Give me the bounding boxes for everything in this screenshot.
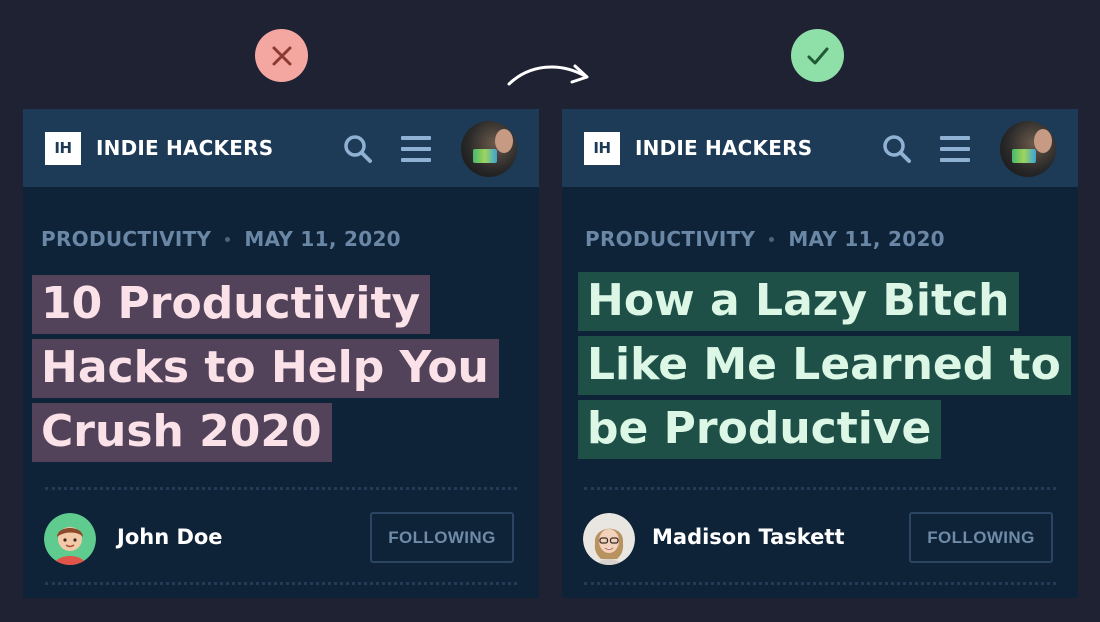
post-title[interactable]: 10 Productivity Hacks to Help You Crush …	[32, 272, 532, 464]
indie-hackers-logo[interactable]: IH	[584, 131, 620, 165]
post-category[interactable]: PRODUCTIVITY	[585, 227, 755, 251]
title-line: 10 Productivity	[32, 275, 431, 334]
title-line: Hacks to Help You	[32, 339, 499, 398]
title-line: Crush 2020	[32, 403, 332, 462]
brand-name[interactable]: INDIE HACKERS	[96, 136, 273, 160]
post-title[interactable]: How a Lazy Bitch Like Me Learned to be P…	[578, 269, 1078, 461]
meta-separator	[769, 236, 775, 242]
title-line: Like Me Learned to	[578, 336, 1071, 395]
search-icon[interactable]	[343, 134, 373, 164]
check-icon	[807, 47, 828, 64]
following-button[interactable]: FOLLOWING	[909, 512, 1053, 563]
post-meta: PRODUCTIVITY MAY 11, 2020	[585, 227, 945, 251]
hamburger-menu-icon[interactable]	[940, 136, 970, 162]
hamburger-menu-icon[interactable]	[401, 136, 431, 162]
brand-name[interactable]: INDIE HACKERS	[635, 136, 812, 160]
meta-separator	[225, 236, 231, 242]
good-example-badge	[791, 29, 844, 82]
x-icon	[272, 46, 291, 65]
author-avatar[interactable]	[44, 513, 96, 565]
divider	[584, 487, 1056, 490]
post-meta: PRODUCTIVITY MAY 11, 2020	[41, 227, 401, 251]
divider	[45, 582, 517, 585]
divider	[45, 487, 517, 490]
top-navigation-bar: IH INDIE HACKERS	[23, 109, 539, 187]
curved-arrow-right-icon	[507, 64, 589, 86]
following-button[interactable]: FOLLOWING	[370, 512, 514, 563]
post-date: MAY 11, 2020	[788, 227, 945, 251]
post-category[interactable]: PRODUCTIVITY	[41, 227, 211, 251]
author-name[interactable]: Madison Taskett	[652, 525, 845, 549]
title-line: be Productive	[578, 400, 942, 459]
article-card-good: IH INDIE HACKERS PRODUCTIVITY MAY 11, 20…	[562, 109, 1078, 598]
divider	[584, 582, 1056, 585]
indie-hackers-logo[interactable]: IH	[45, 131, 81, 165]
user-avatar[interactable]	[1000, 121, 1056, 177]
article-card-bad: IH INDIE HACKERS PRODUCTIVITY MAY 11, 20…	[23, 109, 539, 598]
post-date: MAY 11, 2020	[244, 227, 401, 251]
author-avatar[interactable]	[583, 513, 635, 565]
top-navigation-bar: IH INDIE HACKERS	[562, 109, 1078, 187]
user-avatar[interactable]	[461, 121, 517, 177]
search-icon[interactable]	[882, 134, 912, 164]
bad-example-badge	[255, 29, 308, 82]
author-name[interactable]: John Doe	[117, 525, 223, 549]
title-line: How a Lazy Bitch	[578, 272, 1020, 331]
